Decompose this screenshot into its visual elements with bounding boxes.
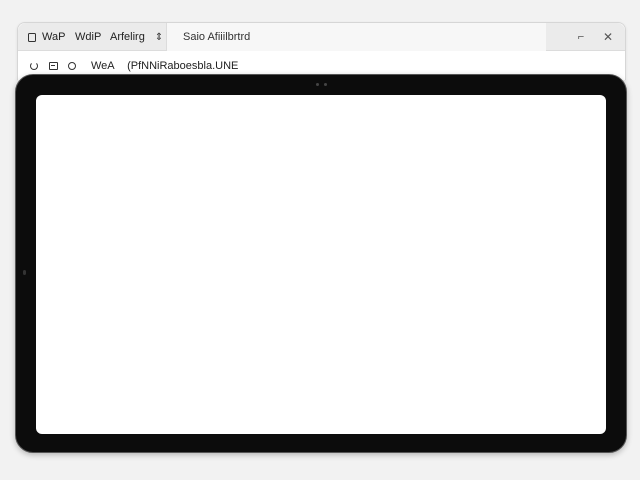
sensor-icon — [324, 83, 327, 86]
tab-wdip[interactable]: WdiP — [75, 23, 101, 51]
tab-active[interactable]: Saio Afiiilbrtrd — [166, 23, 546, 51]
url-prefix: WeA — [91, 60, 115, 72]
browser-window: WaP WdiP Arfelirg ⇕ Saio Afiiilbrtrd ⌐ ✕ — [17, 22, 626, 80]
titlebar: WaP WdiP Arfelirg ⇕ Saio Afiiilbrtrd ⌐ ✕ — [18, 23, 625, 51]
tab-wap[interactable]: WaP — [28, 23, 65, 51]
tabs-button[interactable] — [46, 59, 60, 73]
address-bar[interactable]: WeA (PfNNiRaboesbla.UNE — [91, 60, 238, 72]
search-icon — [68, 62, 76, 70]
document-icon — [28, 32, 36, 42]
minimize-icon: ⌐ — [577, 31, 585, 43]
tab-label: WdiP — [75, 31, 102, 43]
url-text: (PfNNiRaboesbla.UNE — [127, 60, 239, 72]
close-button[interactable]: ✕ — [600, 29, 616, 45]
refresh-icon — [30, 62, 38, 70]
tab-label: WaP — [42, 31, 66, 43]
active-tab-label: Saio Afiiilbrtrd — [183, 31, 251, 43]
search-button[interactable] — [65, 59, 79, 73]
switch-icon[interactable]: ⇕ — [155, 32, 163, 43]
tab-label: Arfelirg — [110, 31, 145, 43]
tablet-device — [15, 74, 627, 453]
side-sensor-icon — [23, 270, 26, 275]
minimize-button[interactable]: ⌐ — [573, 29, 589, 45]
tab-arfelirg[interactable]: Arfelirg ⇕ — [110, 23, 163, 51]
refresh-button[interactable] — [27, 59, 41, 73]
tabs-icon — [48, 62, 58, 70]
camera-icon — [316, 83, 319, 86]
tablet-screen[interactable] — [36, 95, 606, 434]
close-icon: ✕ — [602, 30, 614, 44]
